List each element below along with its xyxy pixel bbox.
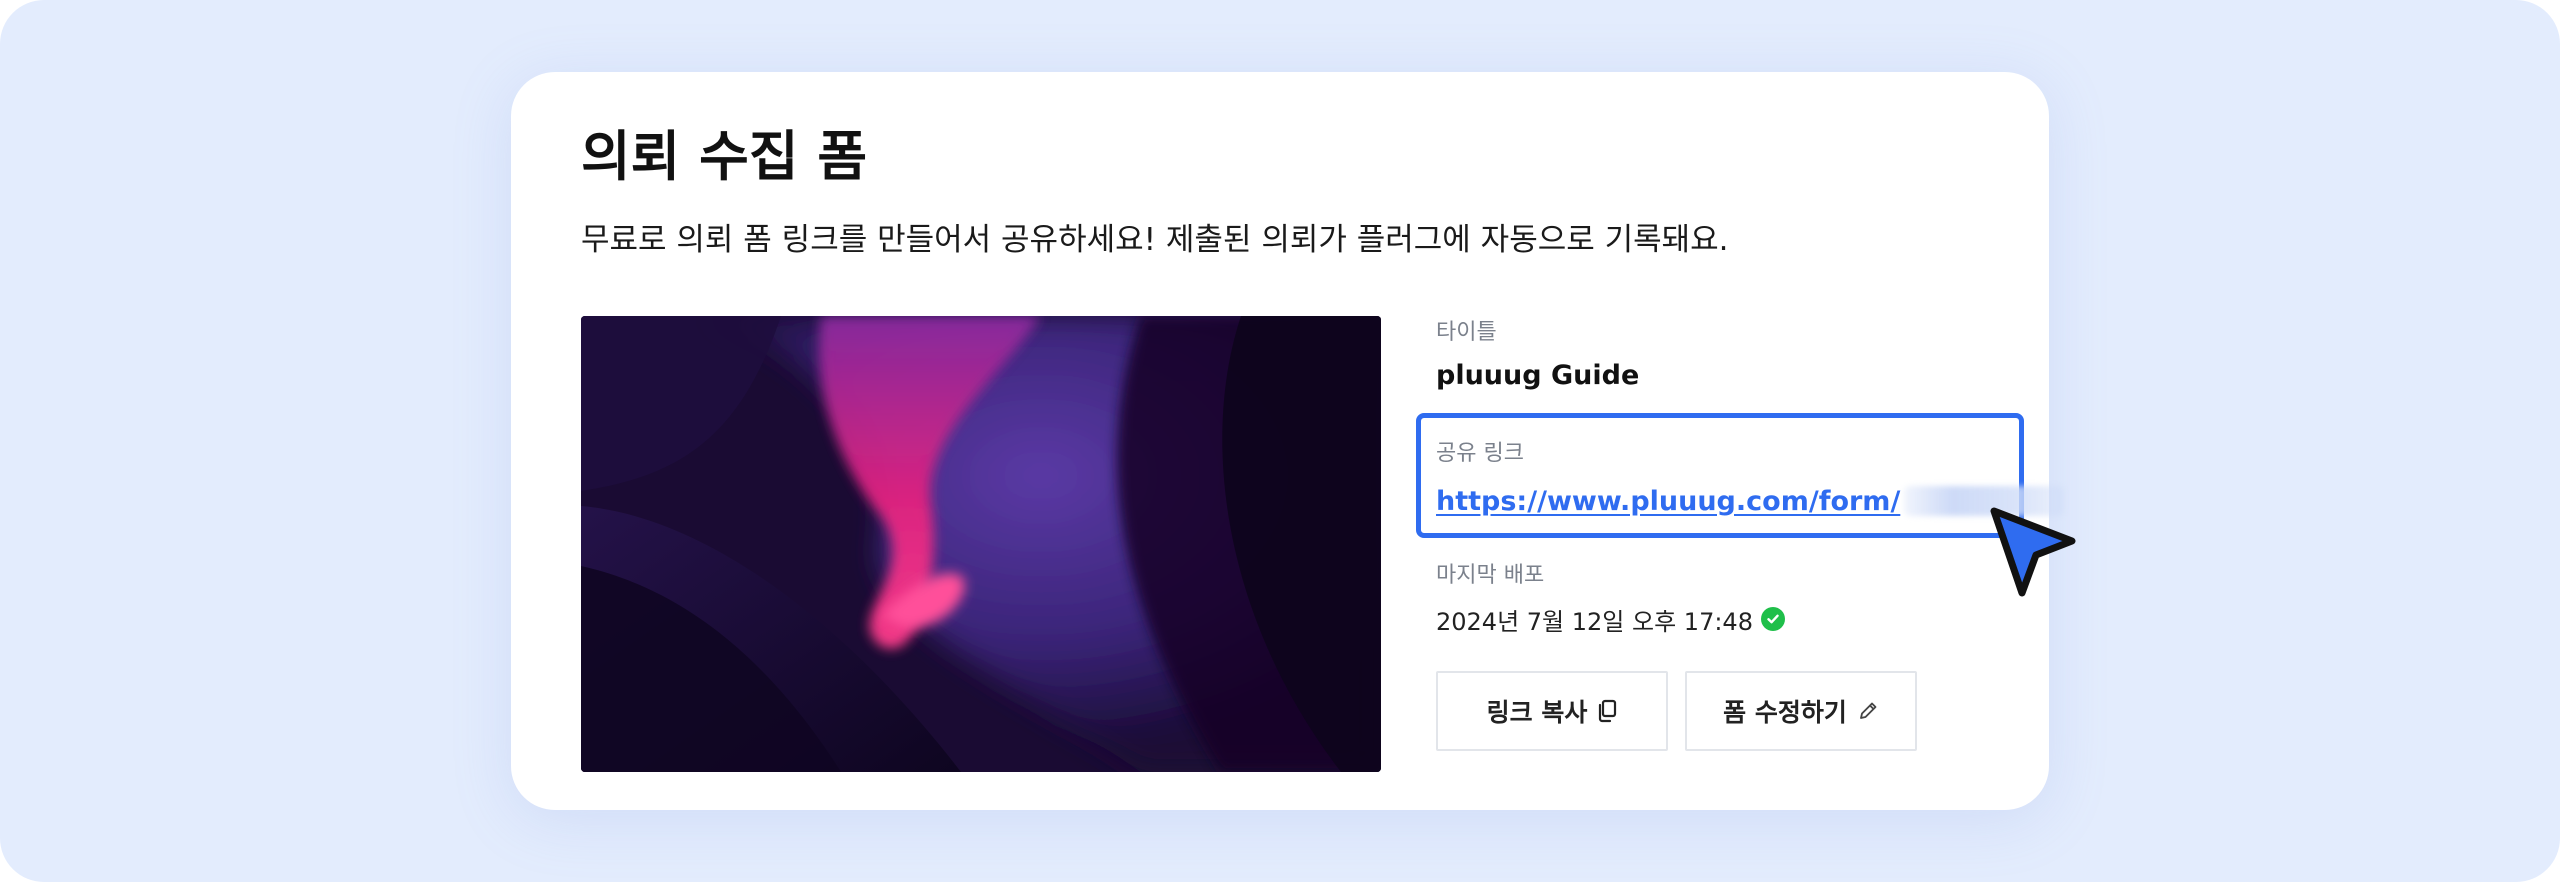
share-link-label: 공유 링크	[1436, 441, 1524, 466]
form-preview-image	[581, 316, 1381, 772]
page-description: 무료로 의뢰 폼 링크를 만들어서 공유하세요! 제출된 의뢰가 플러그에 자동…	[581, 222, 1729, 258]
copy-link-button-label: 링크 복사	[1486, 698, 1588, 727]
last-deploy-label: 마지막 배포	[1436, 563, 1545, 588]
last-deploy-status: 2024년 7월 12일 오후 17:48	[1436, 601, 1785, 637]
copy-icon	[1597, 699, 1617, 723]
title-value: pluuug Guide	[1436, 360, 1640, 391]
share-link[interactable]: https://www.pluuug.com/form/	[1436, 481, 2065, 521]
last-deploy-value: 2024년 7월 12일 오후 17:48	[1436, 607, 1753, 636]
copy-link-button[interactable]: 링크 복사	[1436, 671, 1668, 751]
title-label: 타이틀	[1436, 320, 1497, 345]
share-link-url[interactable]: https://www.pluuug.com/form/	[1436, 486, 1900, 517]
pencil-icon	[1857, 700, 1879, 722]
cursor-arrow-icon	[1988, 503, 2078, 599]
check-circle-icon	[1760, 607, 1785, 631]
edit-form-button[interactable]: 폼 수정하기	[1685, 671, 1917, 751]
page-title: 의뢰 수집 폼	[581, 125, 867, 188]
edit-form-button-label: 폼 수정하기	[1723, 698, 1847, 727]
